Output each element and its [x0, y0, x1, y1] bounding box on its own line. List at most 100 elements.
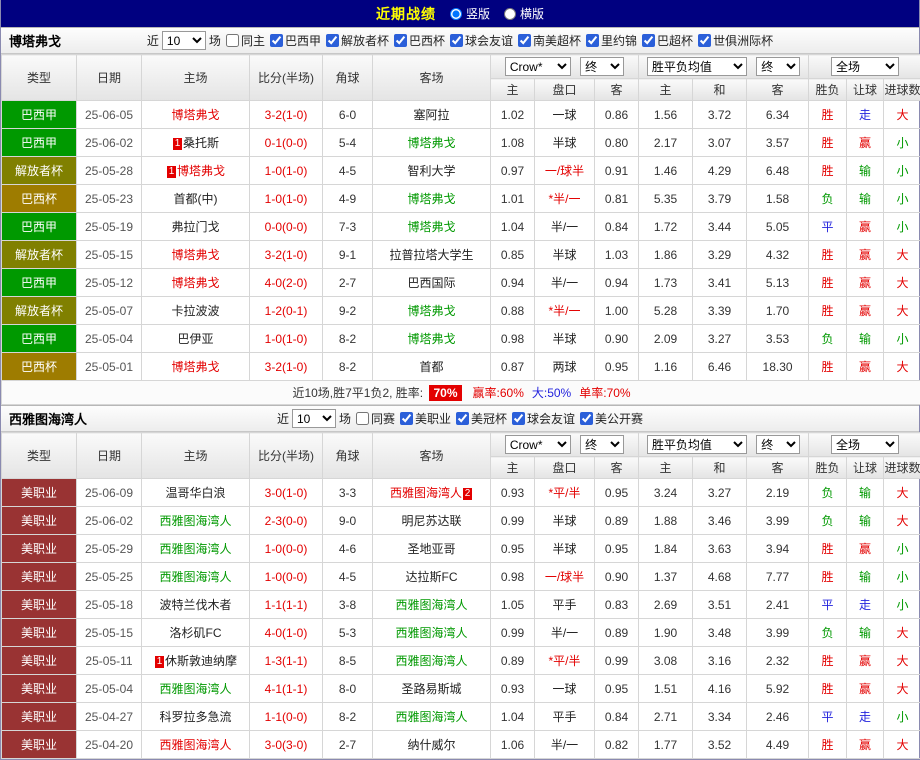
home-team-link[interactable]: 首都(中)	[174, 192, 218, 206]
away-team-link[interactable]: 博塔弗戈	[407, 220, 455, 234]
filter-option[interactable]: 美冠杯	[456, 410, 507, 427]
home-team-link[interactable]: 波特兰伐木者	[159, 598, 231, 612]
bookmaker-select[interactable]: Crow*	[505, 435, 571, 454]
home-team-link[interactable]: 温哥华白浪	[165, 486, 225, 500]
away-team-link[interactable]: 西雅图海湾人	[390, 486, 462, 500]
col-odds-line: 盘口	[535, 79, 595, 101]
col-type: 类型	[2, 55, 77, 101]
away-team-link[interactable]: 塞阿拉	[413, 108, 449, 122]
away-team-link[interactable]: 西雅图海湾人	[395, 710, 467, 724]
col-odds-away: 客	[595, 457, 639, 479]
home-team-link[interactable]: 休斯敦迪纳摩	[165, 654, 237, 668]
filter-checkbox[interactable]	[356, 412, 369, 425]
filter-option[interactable]: 里约锦	[586, 32, 637, 49]
away-team-link[interactable]: 西雅图海湾人	[395, 626, 467, 640]
odds-home: 0.98	[491, 563, 535, 591]
avg-stage-select[interactable]: 终	[756, 57, 800, 76]
filter-option[interactable]: 美职业	[400, 410, 451, 427]
filter-option[interactable]: 南美超杯	[518, 32, 581, 49]
layout-option-vertical[interactable]: 竖版	[450, 5, 490, 22]
layout-option-horizontal[interactable]: 横版	[504, 5, 544, 22]
filter-checkbox[interactable]	[270, 34, 283, 47]
home-team-link[interactable]: 西雅图海湾人	[159, 682, 231, 696]
away-team-link[interactable]: 圣路易斯城	[401, 682, 461, 696]
home-team-link[interactable]: 洛杉矶FC	[170, 626, 222, 640]
home-team-link[interactable]: 博塔弗戈	[177, 164, 225, 178]
home-team-cell: 温哥华白浪	[142, 479, 250, 507]
away-team-link[interactable]: 拉普拉塔大学生	[389, 248, 473, 262]
home-team-link[interactable]: 桑托斯	[183, 136, 219, 150]
filter-option[interactable]: 巴西杯	[394, 32, 445, 49]
match-count-select[interactable]: 10	[292, 409, 336, 428]
summary-big-pct: 大:50%	[532, 386, 571, 400]
scope-select[interactable]: 全场	[831, 57, 899, 76]
filter-option[interactable]: 巴西甲	[270, 32, 321, 49]
away-team-link[interactable]: 博塔弗戈	[407, 192, 455, 206]
home-team-link[interactable]: 科罗拉多急流	[159, 710, 231, 724]
vertical-radio-input[interactable]	[450, 8, 462, 20]
corner-score: 2-7	[323, 731, 373, 759]
filter-option[interactable]: 解放者杯	[326, 32, 389, 49]
away-team-link[interactable]: 首都	[419, 360, 443, 374]
match-score: 1-0(1-0)	[250, 185, 323, 213]
filter-checkbox[interactable]	[586, 34, 599, 47]
filter-option[interactable]: 美公开赛	[580, 410, 643, 427]
filter-option[interactable]: 同主	[226, 32, 265, 49]
away-team-link[interactable]: 巴西国际	[407, 276, 455, 290]
away-team-link[interactable]: 博塔弗戈	[407, 136, 455, 150]
odds-stage-select[interactable]: 终	[580, 435, 624, 454]
filter-checkbox[interactable]	[394, 34, 407, 47]
filter-checkbox[interactable]	[580, 412, 593, 425]
filter-option[interactable]: 球会友谊	[512, 410, 575, 427]
away-team-link[interactable]: 西雅图海湾人	[395, 654, 467, 668]
filter-checkbox[interactable]	[226, 34, 239, 47]
odds-away: 0.82	[595, 731, 639, 759]
horizontal-radio-input[interactable]	[504, 8, 516, 20]
away-team-link[interactable]: 明尼苏达联	[401, 514, 461, 528]
home-team-link[interactable]: 西雅图海湾人	[159, 514, 231, 528]
home-team-link[interactable]: 卡拉波波	[171, 304, 219, 318]
away-team-cell: 圣路易斯城	[373, 675, 491, 703]
away-team-link[interactable]: 西雅图海湾人	[395, 598, 467, 612]
avg-home-odds: 1.73	[639, 269, 693, 297]
away-team-link[interactable]: 达拉斯FC	[406, 570, 458, 584]
match-type: 巴西甲	[2, 213, 77, 241]
home-team-link[interactable]: 博塔弗戈	[171, 248, 219, 262]
filter-option[interactable]: 球会友谊	[450, 32, 513, 49]
avg-stage-select[interactable]: 终	[756, 435, 800, 454]
odds-stage-select[interactable]: 终	[580, 57, 624, 76]
away-team-link[interactable]: 智利大学	[407, 164, 455, 178]
result-wdl: 胜	[809, 731, 847, 759]
filter-checkbox[interactable]	[518, 34, 531, 47]
home-team-link[interactable]: 西雅图海湾人	[159, 542, 231, 556]
result-goals: 大	[884, 619, 920, 647]
scope-select[interactable]: 全场	[831, 435, 899, 454]
filter-checkbox[interactable]	[512, 412, 525, 425]
filter-checkbox[interactable]	[642, 34, 655, 47]
filter-checkbox[interactable]	[456, 412, 469, 425]
home-team-link[interactable]: 西雅图海湾人	[159, 570, 231, 584]
away-team-link[interactable]: 纳什威尔	[407, 738, 455, 752]
filter-checkbox[interactable]	[400, 412, 413, 425]
avg-type-select[interactable]: 胜平负均值	[647, 435, 747, 454]
avg-type-select[interactable]: 胜平负均值	[647, 57, 747, 76]
match-count-select[interactable]: 10	[162, 31, 206, 50]
home-team-link[interactable]: 弗拉门戈	[171, 220, 219, 234]
filter-checkbox[interactable]	[450, 34, 463, 47]
away-team-link[interactable]: 圣地亚哥	[407, 542, 455, 556]
away-team-link[interactable]: 博塔弗戈	[407, 304, 455, 318]
filter-option[interactable]: 世俱洲际杯	[698, 32, 773, 49]
odds-away: 0.90	[595, 325, 639, 353]
home-team-link[interactable]: 博塔弗戈	[171, 360, 219, 374]
filter-checkbox[interactable]	[326, 34, 339, 47]
home-team-link[interactable]: 西雅图海湾人	[159, 738, 231, 752]
filter-option[interactable]: 巴超杯	[642, 32, 693, 49]
filter-checkbox[interactable]	[698, 34, 711, 47]
away-team-link[interactable]: 博塔弗戈	[407, 332, 455, 346]
home-team-link[interactable]: 博塔弗戈	[171, 276, 219, 290]
match-row: 美职业25-05-04西雅图海湾人4-1(1-1)8-0圣路易斯城0.93一球0…	[2, 675, 920, 703]
filter-option[interactable]: 同赛	[356, 410, 395, 427]
home-team-link[interactable]: 博塔弗戈	[171, 108, 219, 122]
bookmaker-select[interactable]: Crow*	[505, 57, 571, 76]
home-team-link[interactable]: 巴伊亚	[177, 332, 213, 346]
